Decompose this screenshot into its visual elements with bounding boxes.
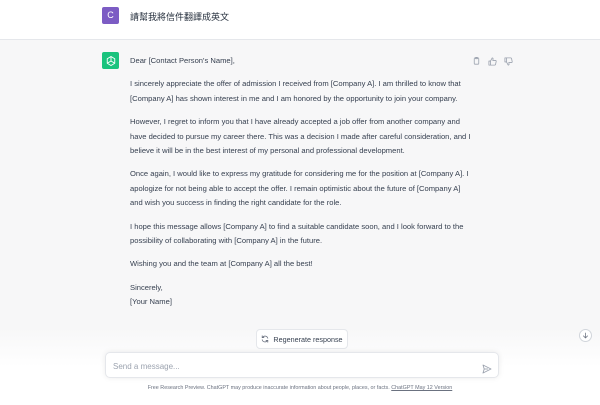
scroll-to-bottom-button[interactable] [579, 329, 592, 342]
user-message-text: 請幫我將信件翻譯成英文 [130, 13, 230, 23]
reply-paragraph: Dear [Contact Person's Name], [130, 56, 235, 65]
reply-paragraph: However, I regret to inform you that I h… [130, 117, 471, 156]
footer-disclaimer: Free Research Preview. ChatGPT may produ… [0, 385, 600, 391]
assistant-message-text: Dear [Contact Person's Name], I sincerel… [130, 54, 475, 310]
reply-closing: Sincerely, [130, 282, 163, 292]
message-composer [105, 352, 499, 378]
message-input[interactable] [113, 358, 473, 374]
thumbs-up-icon[interactable] [488, 53, 497, 66]
regenerate-response-button[interactable]: Regenerate response [256, 329, 348, 349]
user-message: C 請幫我將信件翻譯成英文 [0, 0, 600, 40]
openai-logo-icon [102, 52, 119, 69]
reply-paragraph: I sincerely appreciate the offer of admi… [130, 79, 461, 103]
regenerate-label: Regenerate response [273, 334, 343, 344]
version-link[interactable]: ChatGPT May 12 Version [391, 385, 452, 391]
user-avatar: C [102, 7, 119, 24]
send-icon [482, 364, 492, 374]
reply-paragraph: Wishing you and the team at [Company A] … [130, 259, 313, 269]
reply-paragraph: I hope this message allows [Company A] t… [130, 221, 464, 246]
refresh-icon [262, 335, 269, 343]
arrow-down-icon [583, 332, 588, 339]
footer-text: Free Research Preview. ChatGPT may produ… [147, 385, 390, 391]
thumbs-down-icon[interactable] [504, 53, 513, 66]
reply-signature: [Your Name] [130, 297, 172, 307]
reply-paragraph: Once again, I would like to express my g… [130, 169, 469, 208]
send-button[interactable] [482, 361, 492, 374]
feedback-actions [472, 53, 513, 66]
chat-window: C 請幫我將信件翻譯成英文 Dear [Contact Person's Nam… [0, 0, 600, 405]
